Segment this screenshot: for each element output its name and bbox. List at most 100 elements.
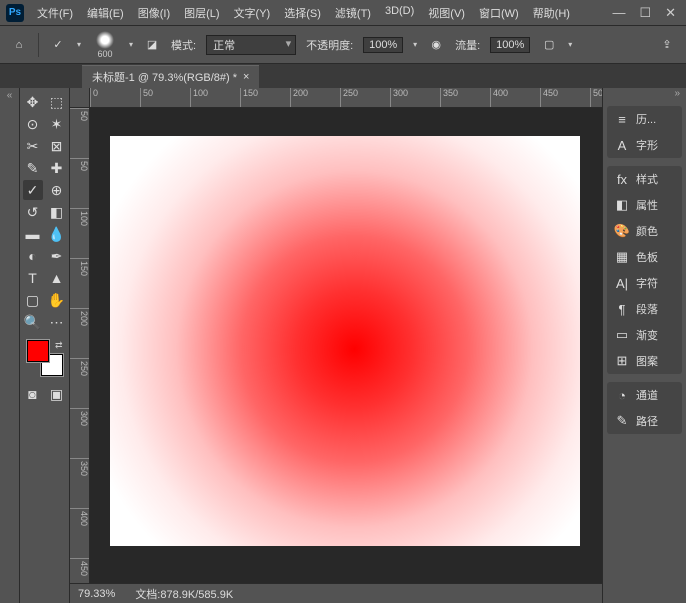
status-bar: 79.33% 文档:878.9K/585.9K xyxy=(70,583,602,603)
brush-tool-icon[interactable]: ✓ xyxy=(49,36,67,54)
brush-preset-picker[interactable]: 600 xyxy=(91,31,119,59)
panel-item[interactable]: ≡历... xyxy=(607,106,682,132)
panel-icon: ▭ xyxy=(614,327,630,343)
panel-item[interactable]: ▭渐变 xyxy=(607,322,682,348)
screenmode-tool[interactable]: ▣ xyxy=(47,384,67,404)
panel-item[interactable]: ⊞图案 xyxy=(607,348,682,374)
panel-item[interactable]: A字形 xyxy=(607,132,682,158)
ruler-tick: 300 xyxy=(390,88,440,107)
stamp-tool[interactable]: ⊕ xyxy=(47,180,67,200)
hand-tool[interactable]: ✋ xyxy=(47,290,67,310)
crop-tool[interactable]: ✂ xyxy=(23,136,43,156)
lasso-tool[interactable]: ⊙ xyxy=(23,114,43,134)
close-button[interactable]: ✕ xyxy=(665,5,676,21)
menu-3d[interactable]: 3D(D) xyxy=(380,3,419,23)
maximize-button[interactable]: ☐ xyxy=(639,5,651,21)
panel-label: 色板 xyxy=(636,249,658,265)
quickmask-tool[interactable]: ◙ xyxy=(23,384,43,404)
menu-filter[interactable]: 滤镜(T) xyxy=(330,3,376,23)
ruler-tick: 200 xyxy=(290,88,340,107)
move-tool[interactable]: ✥ xyxy=(23,92,43,112)
panel-label: 属性 xyxy=(636,197,658,213)
healing-tool[interactable]: ✚ xyxy=(47,158,67,178)
ruler-tick: 250 xyxy=(340,88,390,107)
quick-select-tool[interactable]: ✶ xyxy=(47,114,67,134)
menu-window[interactable]: 窗口(W) xyxy=(474,3,524,23)
horizontal-ruler[interactable]: 0501001502002503003504004505005506 xyxy=(90,88,602,108)
menu-layer[interactable]: 图层(L) xyxy=(179,3,224,23)
home-icon[interactable]: ⌂ xyxy=(10,36,28,54)
menu-type[interactable]: 文字(Y) xyxy=(229,3,276,23)
app-logo: Ps xyxy=(6,4,24,22)
panel-label: 图案 xyxy=(636,353,658,369)
zoom-tool[interactable]: 🔍 xyxy=(23,312,43,332)
zoom-level[interactable]: 79.33% xyxy=(78,588,115,600)
type-tool[interactable]: T xyxy=(23,268,43,288)
vertical-ruler[interactable]: 5050100150200250300350400450500550 xyxy=(70,108,90,583)
brush-tool[interactable]: ✓ xyxy=(23,180,43,200)
panel-label: 通道 xyxy=(636,387,658,403)
menu-view[interactable]: 视图(V) xyxy=(423,3,470,23)
document-tab[interactable]: 未标题-1 @ 79.3%(RGB/8#) * × xyxy=(82,65,259,88)
title-bar: Ps 文件(F) 编辑(E) 图像(I) 图层(L) 文字(Y) 选择(S) 滤… xyxy=(0,0,686,26)
menu-select[interactable]: 选择(S) xyxy=(279,3,326,23)
opacity-input[interactable]: 100% xyxy=(363,37,403,53)
shape-tool[interactable]: ▢ xyxy=(23,290,43,310)
airbrush-icon[interactable]: ▢ xyxy=(540,36,558,54)
minimize-button[interactable]: — xyxy=(612,5,625,21)
eraser-tool[interactable]: ◧ xyxy=(47,202,67,222)
panel-label: 字形 xyxy=(636,137,658,153)
document-canvas[interactable] xyxy=(110,136,580,546)
menu-help[interactable]: 帮助(H) xyxy=(528,3,575,23)
doc-info[interactable]: 文档:878.9K/585.9K xyxy=(135,586,233,602)
ruler-tick: 400 xyxy=(70,508,89,558)
panel-icon: ◔ xyxy=(614,387,630,403)
panel-item[interactable]: ¶段落 xyxy=(607,296,682,322)
eyedropper-tool[interactable]: ✎ xyxy=(23,158,43,178)
right-panel-dock: » ≡历...A字形 fx样式◧属性 🎨 颜色 ▦色板A|字符¶段落▭渐变⊞图案 ◔ 通… xyxy=(602,88,686,603)
panel-label: 字符 xyxy=(636,275,658,291)
edit-toolbar[interactable]: ⋯ xyxy=(47,312,67,332)
ruler-tick: 450 xyxy=(540,88,590,107)
menu-image[interactable]: 图像(I) xyxy=(133,3,175,23)
panel-collapse-handle[interactable]: » xyxy=(603,88,686,102)
ruler-tick: 300 xyxy=(70,408,89,458)
history-brush-tool[interactable]: ↺ xyxy=(23,202,43,222)
blur-tool[interactable]: 💧 xyxy=(47,224,67,244)
panel-label: 颜色 xyxy=(636,223,658,239)
ruler-tick: 150 xyxy=(240,88,290,107)
left-collapse-handle[interactable]: « xyxy=(0,88,20,603)
blend-mode-select[interactable]: 正常 xyxy=(206,35,296,55)
document-tabs: 未标题-1 @ 79.3%(RGB/8#) * × xyxy=(0,64,686,88)
panel-item[interactable]: fx样式 xyxy=(607,166,682,192)
menu-file[interactable]: 文件(F) xyxy=(32,3,78,23)
panel-icon: 🎨 xyxy=(614,223,630,239)
panel-item[interactable]: ◧属性 xyxy=(607,192,682,218)
path-select-tool[interactable]: ▲ xyxy=(47,268,67,288)
tab-close-icon[interactable]: × xyxy=(243,71,249,83)
menu-edit[interactable]: 编辑(E) xyxy=(82,3,129,23)
gradient-tool[interactable]: ▬ xyxy=(23,224,43,244)
pen-tool[interactable]: ✒ xyxy=(47,246,67,266)
dodge-tool[interactable]: ◐ xyxy=(23,246,43,266)
swap-colors-icon[interactable]: ⇄ xyxy=(55,340,63,351)
pressure-opacity-icon[interactable]: ◉ xyxy=(427,36,445,54)
foreground-color[interactable] xyxy=(27,340,49,362)
ruler-origin[interactable] xyxy=(70,88,90,108)
panel-item[interactable]: A|字符 xyxy=(607,270,682,296)
flow-input[interactable]: 100% xyxy=(490,37,530,53)
brush-settings-icon[interactable]: ◪ xyxy=(143,36,161,54)
main-menu: 文件(F) 编辑(E) 图像(I) 图层(L) 文字(Y) 选择(S) 滤镜(T… xyxy=(32,3,575,23)
toolbox: ✥⬚ ⊙✶ ✂⊠ ✎✚ ✓⊕ ↺◧ ▬💧 ◐✒ T▲ ▢✋ 🔍⋯ ⇄ ◙▣ xyxy=(20,88,70,603)
panel-item[interactable]: ◔ 通道 xyxy=(607,382,682,408)
panel-item[interactable]: ✎路径 xyxy=(607,408,682,434)
marquee-tool[interactable]: ⬚ xyxy=(47,92,67,112)
panel-item[interactable]: 🎨 颜色 xyxy=(607,218,682,244)
share-icon[interactable]: ⇪ xyxy=(658,36,676,54)
ruler-tick: 500 xyxy=(590,88,602,107)
separator xyxy=(38,33,39,57)
frame-tool[interactable]: ⊠ xyxy=(47,136,67,156)
panel-group-2: fx样式◧属性 🎨 颜色 ▦色板A|字符¶段落▭渐变⊞图案 xyxy=(607,166,682,374)
panel-item[interactable]: ▦色板 xyxy=(607,244,682,270)
color-swatches[interactable]: ⇄ xyxy=(27,340,63,376)
